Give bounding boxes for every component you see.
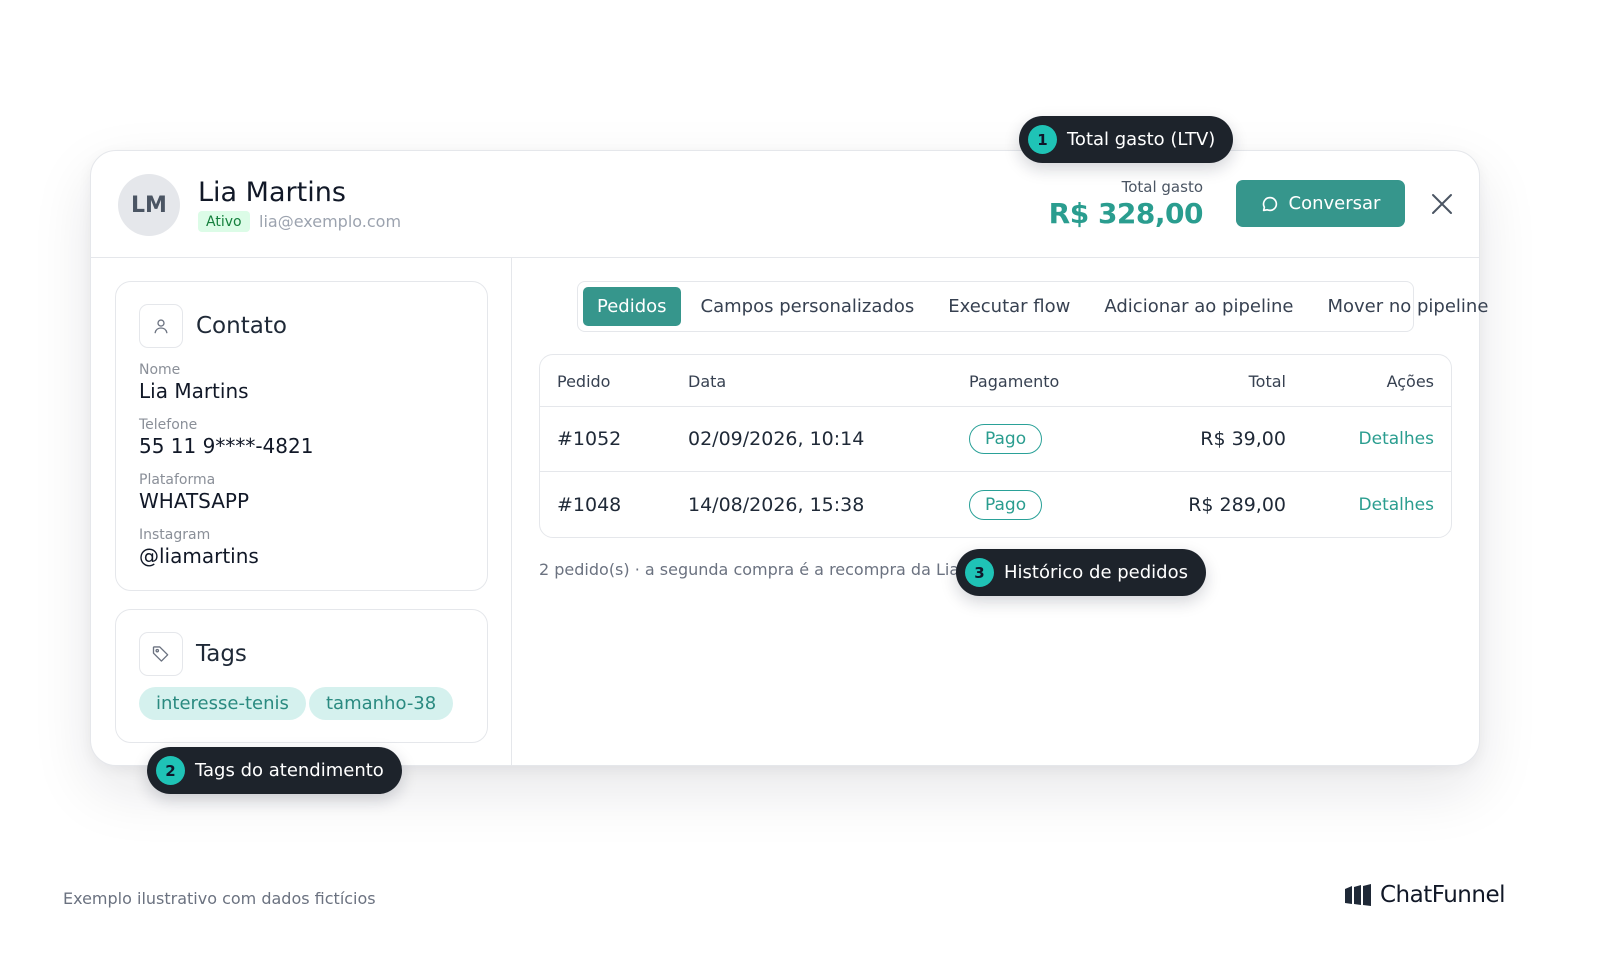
callout-label: Total gasto (LTV) [1067,129,1216,150]
tab-orders[interactable]: Pedidos [583,287,681,326]
contact-email: lia@exemplo.com [259,212,402,231]
order-total: R$ 289,00 [1188,494,1286,516]
table-header: Pedido Data Pagamento Total Ações [540,355,1451,407]
contact-panel-title: Contato [196,313,287,339]
column-header-date: Data [688,372,727,391]
order-date: 02/09/2026, 10:14 [688,428,865,450]
user-icon [139,304,183,348]
table-row: #1052 02/09/2026, 10:14 Pago R$ 39,00 De… [540,407,1451,472]
avatar: LM [118,174,180,236]
tab-custom-fields[interactable]: Campos personalizados [687,287,929,326]
order-id: #1048 [557,494,622,516]
tag-chip[interactable]: interesse-tenis [139,687,306,720]
ltv-value: R$ 328,00 [1048,197,1204,230]
tab-bar: Pedidos Campos personalizados Executar f… [577,281,1488,332]
field-label: Plataforma [139,472,216,488]
field-value: @liamartins [139,544,259,568]
field-phone: Telefone 55 11 9****-4821 [139,417,313,459]
status-badge: Ativo [198,211,250,232]
tab-run-flow[interactable]: Executar flow [934,287,1084,326]
field-label: Instagram [139,527,211,543]
field-value: 55 11 9****-4821 [139,434,314,458]
callout-orders: 3 Histórico de pedidos [956,549,1206,596]
column-header-payment: Pagamento [969,372,1060,391]
callout-ltv: 1 Total gasto (LTV) [1019,116,1234,163]
close-button[interactable] [1425,187,1459,221]
order-date: 14/08/2026, 15:38 [688,494,865,516]
field-instagram: Instagram @liamartins [139,527,259,569]
contact-name: Lia Martins [198,177,346,208]
field-label: Nome [139,362,181,378]
payment-status-badge: Pago [969,490,1043,520]
order-total: R$ 39,00 [1200,428,1286,450]
callout-number: 2 [156,756,185,785]
orders-footnote: 2 pedido(s) · a segunda compra é a recom… [539,560,960,579]
tab-add-to-pipeline[interactable]: Adicionar ao pipeline [1090,287,1307,326]
column-header-actions: Ações [1386,372,1434,391]
table-row: #1048 14/08/2026, 15:38 Pago R$ 289,00 D… [540,473,1451,537]
callout-number: 3 [965,558,994,587]
brand: ChatFunnel [1344,882,1506,908]
contact-panel: Contato Nome Lia Martins Telefone 55 11 … [115,281,488,591]
callout-number: 1 [1028,125,1057,154]
ltv-label: Total gasto [1121,178,1203,196]
chat-bubble-icon [1261,195,1279,213]
callout-label: Histórico de pedidos [1004,562,1188,583]
tag-icon [139,632,183,676]
order-id: #1052 [557,428,622,450]
footer-note: Exemplo ilustrativo com dados fictícios [63,889,376,908]
payment-status-badge: Pago [969,424,1043,454]
contact-details-card: LM Lia Martins Ativo lia@exemplo.com Tot… [90,150,1488,766]
tab-move-in-pipeline[interactable]: Mover no pipeline [1313,287,1502,326]
orders-table: Pedido Data Pagamento Total Ações #1052 … [539,354,1452,538]
left-column: Contato Nome Lia Martins Telefone 55 11 … [91,258,512,765]
chat-button[interactable]: Conversar [1236,180,1405,227]
field-value: Lia Martins [139,379,249,403]
brand-name: ChatFunnel [1380,882,1506,908]
column-header-total: Total [1248,372,1286,391]
field-platform: Plataforma WHATSAPP [139,472,249,514]
close-icon [1430,192,1454,216]
card-header: LM Lia Martins Ativo lia@exemplo.com Tot… [91,151,1479,258]
callout-label: Tags do atendimento [195,760,384,781]
tags-panel-title: Tags [196,641,247,667]
tag-chip[interactable]: tamanho-38 [309,687,454,720]
field-value: WHATSAPP [139,489,250,513]
details-link[interactable]: Detalhes [1359,429,1434,449]
tags-panel: Tags interesse-tenis tamanho-38 [115,609,488,743]
field-name: Nome Lia Martins [139,362,249,404]
chatfunnel-logo-icon [1344,884,1372,906]
field-label: Telefone [139,417,198,433]
details-link[interactable]: Detalhes [1359,495,1434,515]
callout-tags: 2 Tags do atendimento [147,747,402,794]
chat-button-label: Conversar [1288,193,1381,214]
column-header-order: Pedido [557,372,611,391]
